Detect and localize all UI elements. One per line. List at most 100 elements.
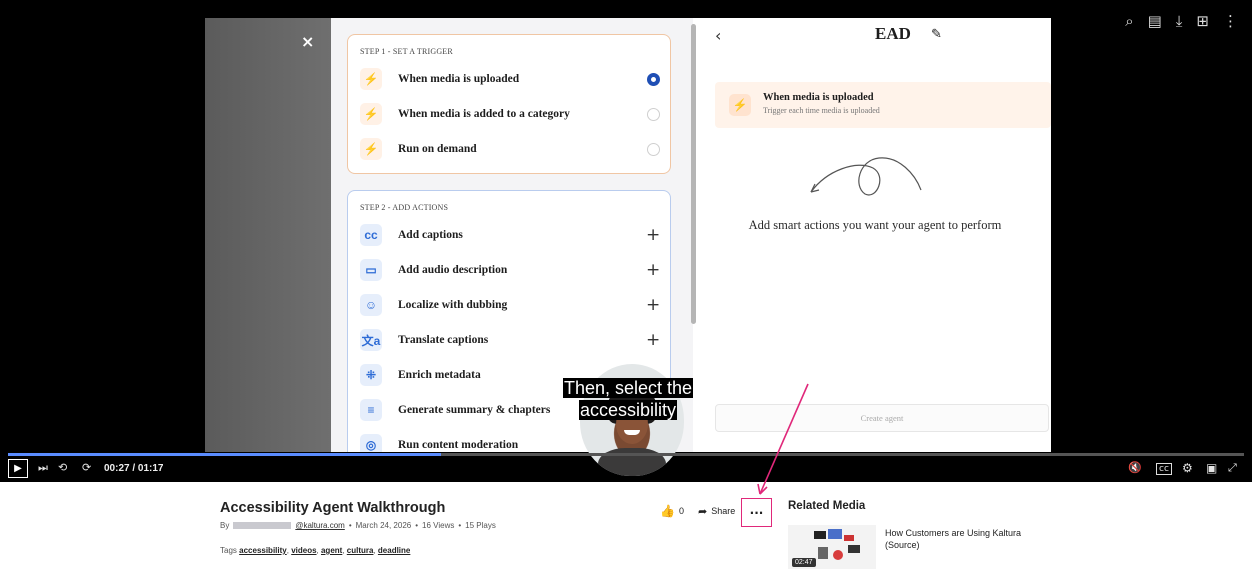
agent-preview-panel: ‹ EAD ✎ ⚡ When media is uploaded Trigger…: [699, 18, 1051, 452]
plus-icon: +: [646, 330, 661, 350]
progress-bar[interactable]: [8, 453, 1244, 456]
trigger-option-category: ⚡ When media is added to a category: [360, 102, 660, 126]
picture-in-picture-icon[interactable]: ▣: [1206, 461, 1217, 475]
caption-line-1: Then, select the: [562, 378, 694, 398]
tag-link[interactable]: deadline: [378, 546, 410, 555]
radio-icon: [647, 142, 660, 156]
plus-icon: +: [646, 225, 661, 245]
redacted-name: [233, 522, 292, 529]
selected-trigger-title: When media is uploaded: [763, 92, 874, 103]
close-icon: ×: [301, 32, 315, 51]
audio-description-icon: ▭: [360, 259, 382, 281]
media-tags: Tags accessibility, videos, agent, cultu…: [220, 546, 411, 555]
thumbs-up-icon: 👍: [660, 504, 675, 518]
tag-link[interactable]: agent: [321, 546, 342, 555]
fullscreen-icon[interactable]: ⤢: [1228, 461, 1237, 475]
action-dubbing: ☺ Localize with dubbing +: [360, 293, 660, 317]
trigger-option-label: When media is uploaded: [398, 73, 520, 85]
radio-icon: [647, 107, 660, 121]
create-agent-button: Create agent: [715, 404, 1049, 432]
download-icon[interactable]: ⤓: [1176, 12, 1183, 30]
action-label: Translate captions: [398, 334, 489, 346]
author-email[interactable]: @kaltura.com: [295, 521, 344, 530]
media-date: March 24, 2026: [355, 521, 412, 530]
separator: •: [348, 521, 352, 530]
video-caption: Then, select the accessibility: [544, 377, 712, 421]
radio-selected-icon: [647, 72, 660, 86]
trigger-option-label: Run on demand: [398, 143, 477, 155]
video-player[interactable]: × STEP 1 - SET A TRIGGER ⚡ When media is…: [0, 0, 1252, 482]
related-thumbnail[interactable]: 02:47: [788, 525, 876, 569]
bolt-icon: ⚡: [360, 103, 382, 125]
agent-name: EAD: [875, 24, 911, 43]
trigger-option-label: When media is added to a category: [398, 108, 570, 120]
media-plays: 15 Plays: [465, 521, 496, 530]
media-actions: 👍 0 ➦ Share: [660, 504, 735, 518]
metadata-icon: ⁜: [360, 364, 382, 386]
empty-actions-text: Add smart actions you want your agent to…: [748, 218, 1002, 232]
rewind-10-icon[interactable]: ⟲: [58, 461, 67, 474]
step2-label: STEP 2 - ADD ACTIONS: [360, 203, 449, 212]
pencil-icon: ✎: [931, 26, 942, 41]
dimmed-background: ×: [205, 18, 331, 452]
more-vertical-icon[interactable]: ⋮: [1223, 12, 1238, 30]
search-icon[interactable]: ⌕: [1125, 12, 1133, 30]
plus-icon: +: [646, 260, 661, 280]
separator: •: [458, 521, 462, 530]
tag-link[interactable]: cultura: [347, 546, 374, 555]
captions-toggle-icon[interactable]: cc: [1156, 463, 1172, 475]
selected-trigger-subtitle: Trigger each time media is uploaded: [763, 106, 880, 115]
moderation-icon: ◎: [360, 434, 382, 452]
share-label: Share: [711, 506, 736, 516]
time-display: 00:27 / 01:17: [104, 463, 164, 474]
related-title[interactable]: How Customers are Using Kaltura (Source): [885, 527, 1055, 551]
play-button[interactable]: ▶: [8, 459, 28, 478]
trigger-step-card: STEP 1 - SET A TRIGGER ⚡ When media is u…: [347, 34, 671, 174]
related-duration: 02:47: [792, 558, 816, 567]
share-button[interactable]: ➦ Share: [698, 505, 735, 518]
tag-link[interactable]: videos: [291, 546, 316, 555]
action-audio-description: ▭ Add audio description +: [360, 258, 660, 282]
arrow-doodle-icon: [810, 157, 922, 196]
more-options-button[interactable]: ···: [741, 498, 772, 527]
caption-line-2: accessibility: [578, 400, 678, 420]
player-control-bar: ▶ ⏭ ⟲ ⟳ 00:27 / 01:17 🔇 cc ⚙ ▣ ⤢: [0, 457, 1252, 481]
like-button[interactable]: 👍 0: [660, 504, 684, 518]
action-add-captions: cc Add captions +: [360, 223, 660, 247]
captions-icon: cc: [360, 224, 382, 246]
action-label: Localize with dubbing: [398, 299, 508, 311]
media-byline: By @kaltura.com • March 24, 2026 • 16 Vi…: [220, 521, 760, 530]
media-views: 16 Views: [422, 521, 455, 530]
action-label: Add captions: [398, 229, 463, 241]
summary-icon: ≡: [360, 399, 382, 421]
bolt-icon: ⚡: [360, 138, 382, 160]
bolt-icon: ⚡: [360, 68, 382, 90]
trigger-option-uploaded: ⚡ When media is uploaded: [360, 67, 660, 91]
action-label: Add audio description: [398, 264, 508, 276]
mute-icon[interactable]: 🔇: [1128, 461, 1142, 474]
dubbing-icon: ☺: [360, 294, 382, 316]
progress-fill: [8, 453, 441, 456]
grid-icon[interactable]: ⊞: [1196, 12, 1209, 30]
forward-10-icon[interactable]: ⟳: [82, 461, 91, 474]
separator: •: [415, 521, 419, 530]
back-chevron-icon: ‹: [715, 26, 722, 45]
selected-trigger-card: ⚡ When media is uploaded Trigger each ti…: [715, 82, 1051, 128]
by-prefix: By: [220, 521, 230, 530]
tags-label: Tags: [220, 546, 237, 555]
step1-label: STEP 1 - SET A TRIGGER: [360, 47, 453, 56]
next-icon[interactable]: ⏭: [38, 461, 48, 475]
panel-scrollbar: [691, 24, 696, 324]
translate-icon: 文a: [360, 329, 382, 351]
tag-link[interactable]: accessibility: [239, 546, 287, 555]
settings-gear-icon[interactable]: ⚙: [1182, 461, 1193, 475]
related-media-heading: Related Media: [788, 500, 866, 512]
plus-icon: +: [646, 295, 661, 315]
player-top-controls: ⌕ ▤ ⤓ ⊞ ⋮: [1125, 12, 1238, 30]
transcript-icon[interactable]: ▤: [1148, 12, 1162, 30]
bolt-icon: ⚡: [729, 94, 751, 116]
action-translate-captions: 文a Translate captions +: [360, 328, 660, 352]
like-count: 0: [678, 506, 684, 516]
share-arrow-icon: ➦: [697, 505, 708, 518]
trigger-option-on-demand: ⚡ Run on demand: [360, 137, 660, 161]
